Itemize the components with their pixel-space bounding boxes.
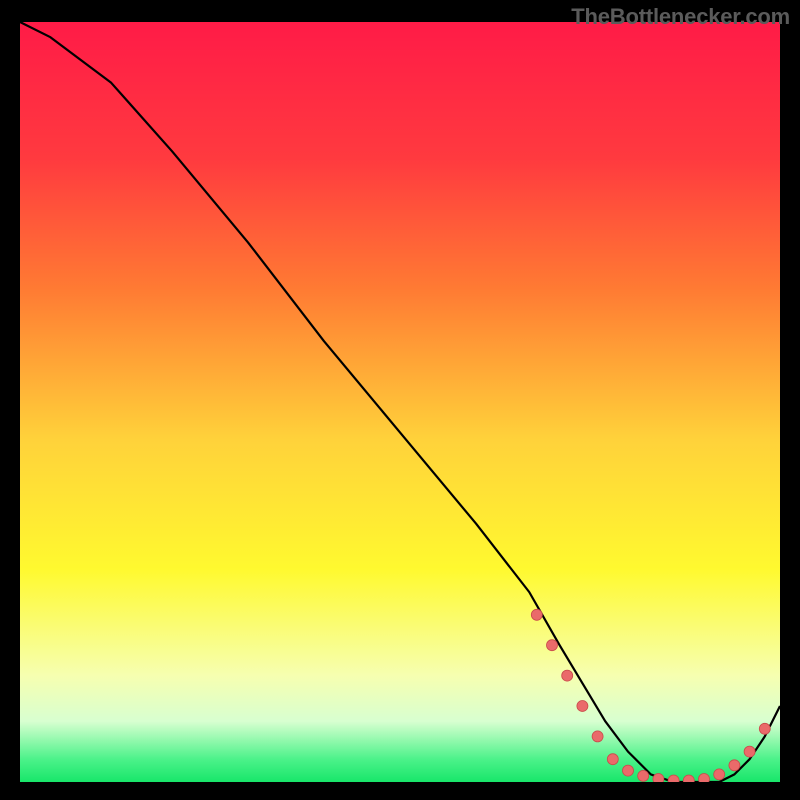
curve-marker <box>562 670 573 681</box>
curve-marker <box>531 609 542 620</box>
curve-marker <box>577 701 588 712</box>
curve-marker <box>714 769 725 780</box>
bottleneck-chart <box>20 22 780 782</box>
curve-marker <box>729 760 740 771</box>
curve-marker <box>653 774 664 783</box>
curve-marker <box>759 723 770 734</box>
curve-marker <box>623 765 634 776</box>
watermark-text: TheBottlenecker.com <box>571 4 790 30</box>
curve-marker <box>744 746 755 757</box>
curve-marker <box>638 770 649 781</box>
gradient-background <box>20 22 780 782</box>
curve-marker <box>683 775 694 782</box>
curve-marker <box>668 775 679 782</box>
curve-marker <box>592 731 603 742</box>
curve-marker <box>607 754 618 765</box>
plot-area <box>20 22 780 782</box>
chart-frame: TheBottlenecker.com <box>0 0 800 800</box>
curve-marker <box>547 640 558 651</box>
curve-marker <box>699 774 710 783</box>
